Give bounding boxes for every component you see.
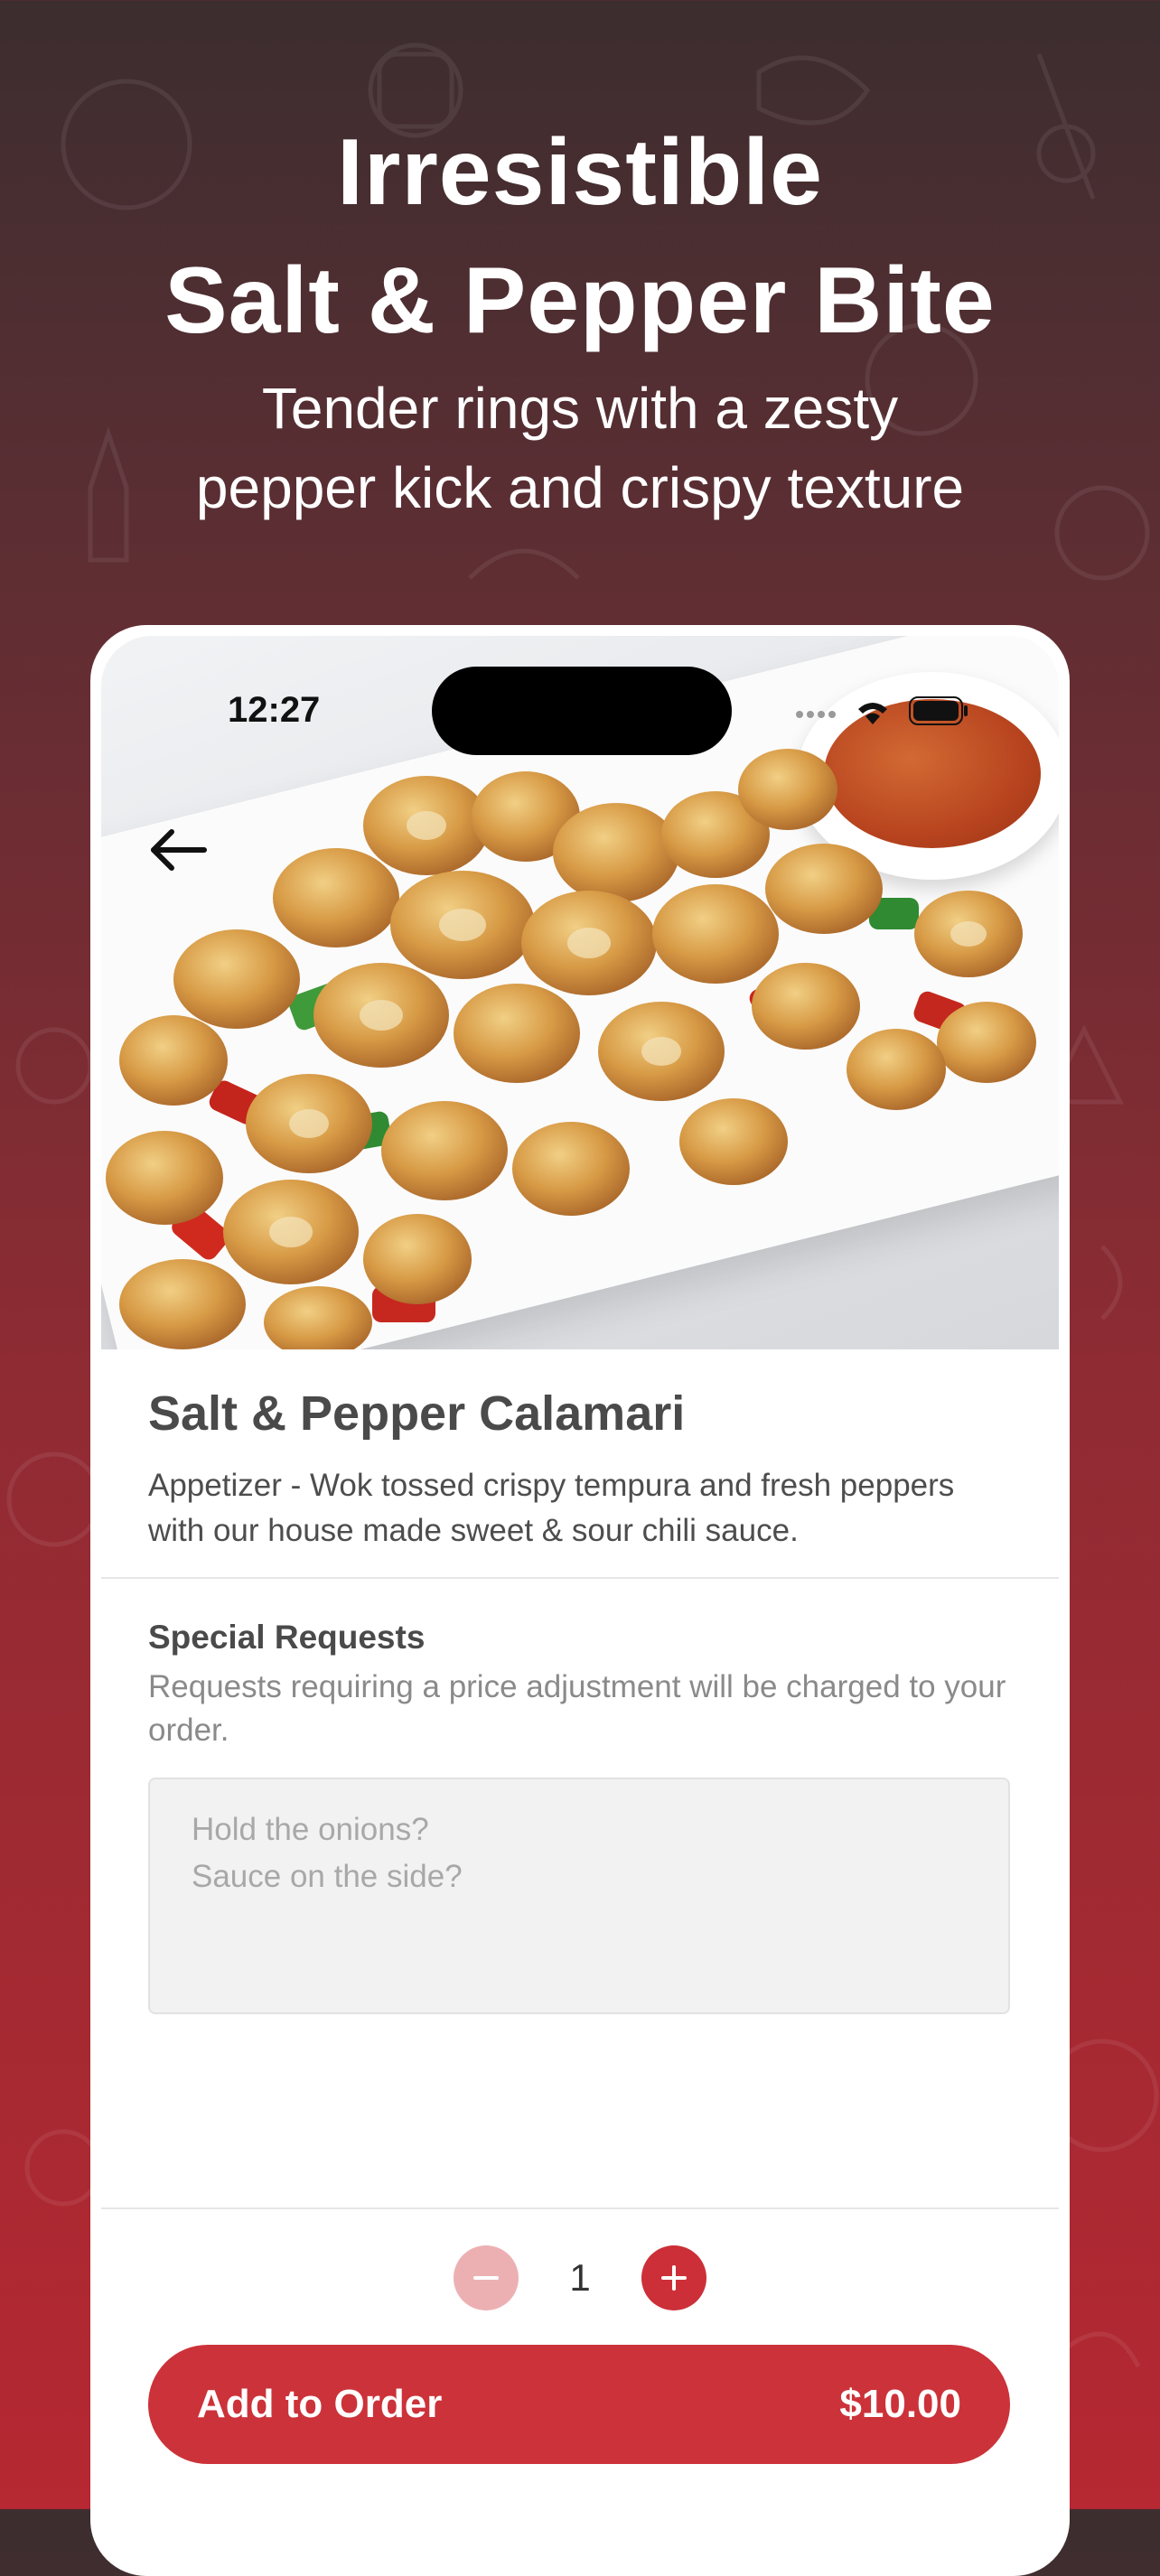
item-info: Salt & Pepper Calamari Appetizer - Wok t… bbox=[101, 1349, 1059, 1579]
plus-icon bbox=[661, 2265, 687, 2291]
phone-screen: 12:27 Salt & Pepper Calamari Appetizer -… bbox=[101, 636, 1059, 2571]
back-button[interactable] bbox=[137, 809, 219, 891]
order-bar: 1 Add to Order $10.00 bbox=[101, 2207, 1059, 2571]
item-photo: 12:27 bbox=[101, 636, 1059, 1349]
increase-quantity-button[interactable] bbox=[641, 2245, 706, 2310]
hero-subtitle-line1: Tender rings with a zesty bbox=[261, 376, 899, 441]
arrow-left-icon bbox=[151, 829, 207, 871]
order-price: $10.00 bbox=[839, 2382, 961, 2426]
phone-frame: 12:27 Salt & Pepper Calamari Appetizer -… bbox=[90, 625, 1070, 2576]
minus-icon bbox=[473, 2276, 499, 2280]
special-requests-title: Special Requests bbox=[148, 1619, 426, 1656]
special-requests-input[interactable] bbox=[148, 1778, 1010, 2014]
hero-subtitle-line2: pepper kick and crispy texture bbox=[195, 455, 965, 520]
quantity-value: 1 bbox=[569, 2256, 591, 2299]
special-requests-note: Requests requiring a price adjustment wi… bbox=[148, 1669, 1006, 1748]
status-bar: 12:27 bbox=[101, 636, 1059, 755]
add-to-order-button[interactable]: Add to Order $10.00 bbox=[148, 2345, 1010, 2464]
item-name: Salt & Pepper Calamari bbox=[148, 1386, 686, 1441]
add-to-order-label: Add to Order bbox=[197, 2382, 443, 2426]
dynamic-island bbox=[432, 667, 732, 755]
wifi-icon bbox=[858, 703, 887, 724]
quantity-stepper: 1 bbox=[101, 2245, 1059, 2310]
special-requests-section: Special Requests Requests requiring a pr… bbox=[101, 1579, 1059, 2019]
hero-title-line2: Salt & Pepper Bite bbox=[164, 248, 996, 353]
decrease-quantity-button[interactable] bbox=[454, 2245, 519, 2310]
battery-icon bbox=[909, 696, 968, 725]
item-description: Appetizer - Wok tossed crispy tempura an… bbox=[148, 1468, 955, 1548]
status-time: 12:27 bbox=[228, 690, 321, 730]
hero-title-line1: Irresistible bbox=[336, 120, 824, 225]
status-icons bbox=[795, 695, 968, 726]
signal-icon bbox=[796, 711, 836, 718]
hero-section: Irresistible Salt & Pepper Bite Tender r… bbox=[0, 108, 1160, 527]
